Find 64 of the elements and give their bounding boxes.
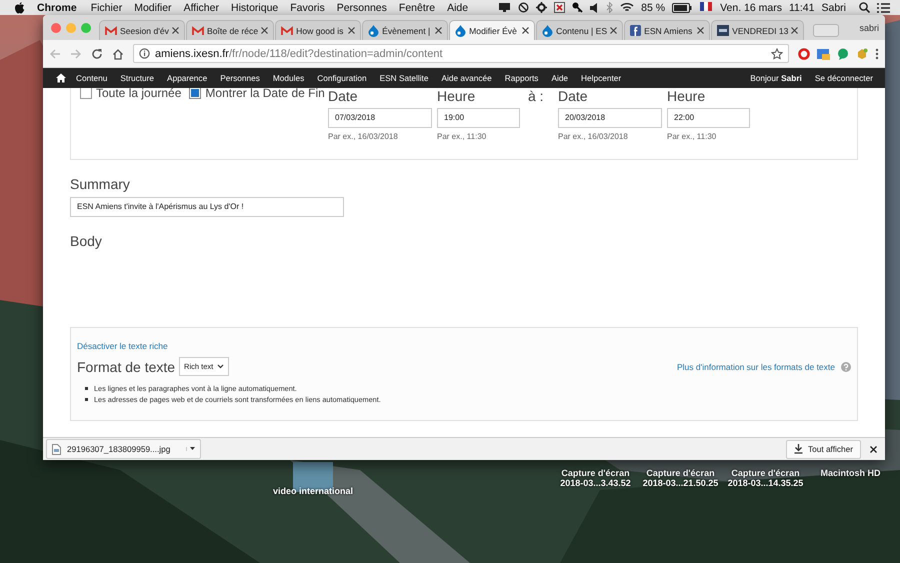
hint-text: Par ex., 16/03/2018 xyxy=(328,132,399,141)
menu-link[interactable]: Rapports xyxy=(504,73,538,83)
show-all-button[interactable]: Tout afficher xyxy=(786,440,861,458)
profile-button[interactable]: sabri xyxy=(859,22,885,32)
browser-tab[interactable]: Boîte de réce xyxy=(186,20,274,40)
greeting-text: Bonjour Sabri xyxy=(750,73,802,83)
browser-tab[interactable]: How good is xyxy=(275,20,362,40)
menu-link[interactable]: Helpcenter xyxy=(581,73,622,83)
time-field[interactable]: 19:00 xyxy=(437,108,520,128)
clock-text: 11:41 xyxy=(788,2,814,14)
browser-tab[interactable]: Modifier Évè xyxy=(449,20,536,40)
download-item[interactable]: 29196307_183809959....jpg xyxy=(46,439,202,459)
menu-item[interactable]: Aide xyxy=(447,2,468,14)
field-label: Heure xyxy=(667,88,706,104)
field-label: Date xyxy=(328,88,359,104)
address-field[interactable]: amiens.ixesn.fr/fr/node/118/edit?destination=admin/content xyxy=(133,44,789,63)
battery-percentage: 85 % xyxy=(641,2,666,14)
menu-item[interactable]: Fenêtre xyxy=(398,2,436,14)
hint-text: Par ex., 11:30 xyxy=(667,132,718,141)
summary-field[interactable]: ESN Amiens t'invite à l'Apérismus au Lys d'Or ! xyxy=(70,197,344,217)
menu-link[interactable]: ESN Satellite xyxy=(380,73,428,83)
menu-link[interactable]: Modules xyxy=(272,73,304,83)
toggle-link[interactable]: Désactiver le texte riche xyxy=(77,341,168,351)
date-text: Ven. 16 mars xyxy=(720,2,782,14)
app-menu[interactable]: Chrome xyxy=(37,2,77,14)
separator-text: à : xyxy=(528,88,545,104)
menu-link[interactable]: Structure xyxy=(120,73,154,83)
checkbox-label: Montrer la Date de Fin xyxy=(205,88,325,100)
date-field[interactable]: 07/03/2018 xyxy=(328,108,432,128)
field-label: Date xyxy=(558,88,589,104)
browser-tab[interactable]: VENDREDI 13 xyxy=(711,20,804,40)
menu-link[interactable]: Aide avancée xyxy=(441,73,492,83)
browser-tab[interactable]: Contenu | ES xyxy=(536,20,624,40)
file-label[interactable]: Capture d'écran 2018-03...21.50.25 xyxy=(642,468,718,488)
field-label: Summary xyxy=(70,176,131,192)
menu-item[interactable]: Fichier xyxy=(90,2,122,14)
menu-item[interactable]: Personnes xyxy=(336,2,387,14)
menu-item[interactable]: Modifier xyxy=(134,2,172,14)
browser-tab[interactable]: Seesion d'év xyxy=(99,20,185,40)
field-label: Heure xyxy=(437,88,476,104)
file-label[interactable]: Capture d'écran 2018-03...3.43.52 xyxy=(560,468,631,488)
file-label[interactable]: video international xyxy=(272,486,353,496)
user-menu[interactable]: Sabri xyxy=(821,2,846,14)
logout-link[interactable]: Se déconnecter xyxy=(814,73,873,83)
field-label: Body xyxy=(70,233,103,249)
hint-text: Par ex., 16/03/2018 xyxy=(558,132,629,141)
hint-text: Par ex., 11:30 xyxy=(437,132,488,141)
checkbox-label: Toute la journée xyxy=(96,88,182,100)
menu-link[interactable]: Configuration xyxy=(317,73,367,83)
time-field[interactable]: 22:00 xyxy=(667,108,750,128)
menu-link[interactable]: Personnes xyxy=(220,73,260,83)
file-label[interactable]: Macintosh HD xyxy=(820,468,880,478)
browser-tab[interactable]: ESN Amiens xyxy=(624,20,710,40)
menu-link[interactable]: Contenu xyxy=(76,73,108,83)
browser-tab[interactable]: Évènement | xyxy=(362,20,448,40)
file-label[interactable]: Capture d'écran 2018-03...14.35.25 xyxy=(728,468,804,488)
field-label: Format de texte xyxy=(77,358,176,374)
menu-link[interactable]: Apparence xyxy=(167,73,208,83)
menu-item[interactable]: Historique xyxy=(230,2,278,14)
help-link[interactable]: Plus d'information sur les formats de texte xyxy=(677,362,835,372)
menu-link[interactable]: Aide xyxy=(551,73,568,83)
menu-item[interactable]: Afficher xyxy=(184,2,219,14)
menu-item[interactable]: Favoris xyxy=(290,2,325,14)
date-field[interactable]: 20/03/2018 xyxy=(558,108,662,128)
